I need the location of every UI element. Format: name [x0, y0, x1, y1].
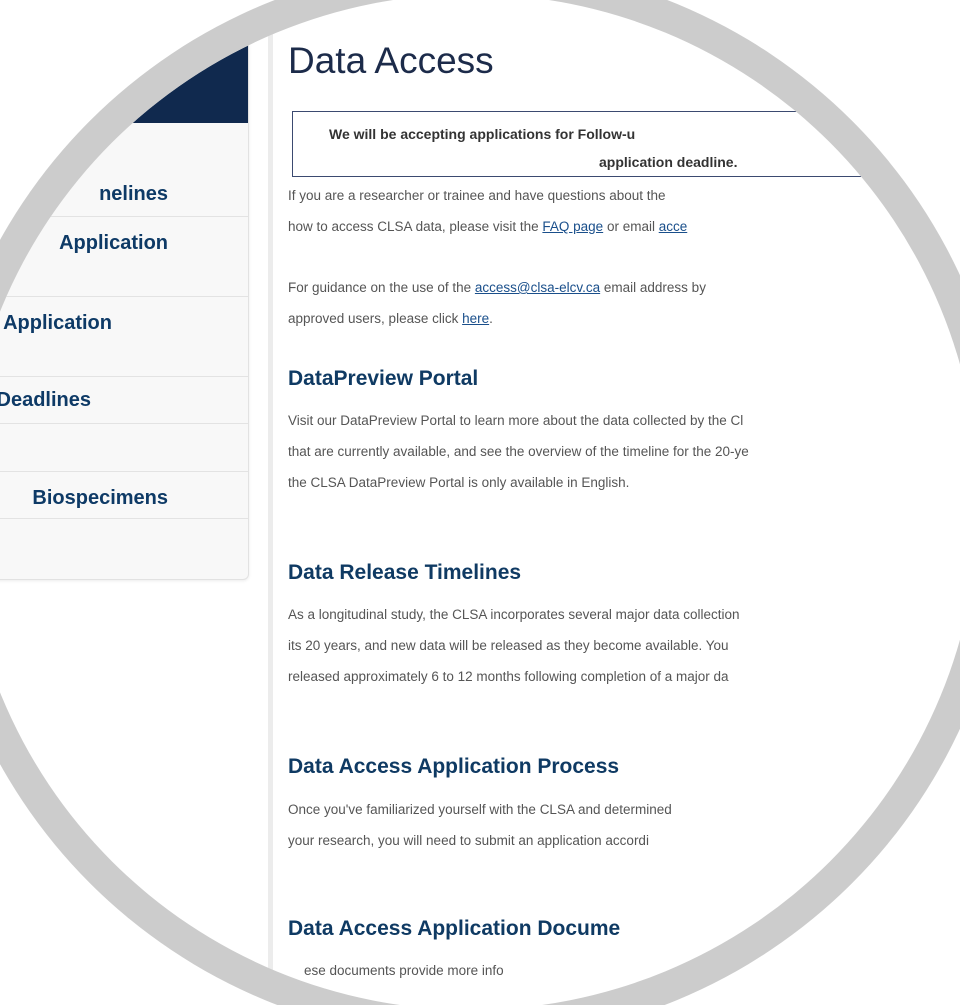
sidebar-item-label: ess Application — [0, 312, 112, 334]
sidebar-item-data-access-application[interactable]: Application — [0, 217, 248, 297]
guidance-text: email address by — [600, 280, 706, 295]
section-text: Once you've familiarized yourself with t… — [288, 802, 672, 817]
screenshot-stage: nelines Application ess Application nts … — [0, 0, 960, 1005]
guidance-text: approved users, please click — [288, 311, 463, 326]
here-link[interactable]: here — [462, 311, 489, 326]
intro-text: how to access CLSA data, please visit th… — [288, 219, 543, 234]
notice-line-1: We will be accepting applications for Fo… — [329, 126, 636, 142]
notice-box: We will be accepting applications for Fo… — [292, 111, 960, 177]
sidebar-item-label: on Deadlines — [0, 389, 91, 411]
sidebar-item-blank[interactable] — [0, 424, 248, 472]
intro-line-2: how to access CLSA data, please visit th… — [288, 214, 687, 240]
guidance-text: . — [489, 311, 493, 326]
intro-text: or email — [603, 219, 659, 234]
section-text: your research, you will need to submit a… — [288, 833, 649, 848]
sidebar-item-label: Application — [59, 232, 168, 254]
sidebar-item-biospecimens[interactable]: Biospecimens — [0, 472, 248, 519]
sidebar-item-data-release-timelines[interactable]: nelines — [0, 170, 248, 217]
section-text: As a longitudinal study, the CLSA incorp… — [288, 607, 740, 622]
section-text: Visit our DataPreview Portal to learn mo… — [288, 413, 744, 428]
section-text: its 20 years, and new data will be relea… — [288, 638, 729, 653]
section-title-datapreview: DataPreview Portal — [288, 367, 479, 390]
faq-page-link[interactable]: FAQ page — [542, 219, 603, 234]
sidebar-item-application-documents[interactable]: ess Application nts — [0, 297, 248, 377]
guidance-text: For guidance on the use of the — [288, 280, 475, 295]
notice-line-2: application deadline. — [599, 154, 738, 170]
sidebar-item-label: nelines — [99, 183, 168, 205]
email-link[interactable]: acce — [659, 219, 688, 234]
sidebar-header — [0, 1, 248, 123]
sidebar-item-label: Biospecimens — [32, 487, 168, 509]
section-text: the CLSA DataPreview Portal is only avai… — [288, 475, 630, 490]
section-title-application-process: Data Access Application Process — [288, 755, 620, 778]
access-email-link[interactable]: access@clsa-elcv.ca — [475, 280, 600, 295]
section-text: ese documents provide more info — [304, 963, 504, 978]
section-title-release-timelines: Data Release Timelines — [288, 561, 522, 584]
guidance-line-2: approved users, please click here. — [288, 306, 493, 332]
intro-line-1: If you are a researcher or trainee and h… — [288, 188, 666, 203]
section-text: released approximately 6 to 12 months fo… — [288, 669, 729, 684]
section-title-application-documents: Data Access Application Docume — [288, 917, 621, 940]
section-text: that are currently available, and see th… — [288, 444, 749, 459]
guidance-line-1: For guidance on the use of the access@cl… — [288, 275, 706, 301]
sidebar-nav: nelines Application ess Application nts … — [0, 0, 249, 580]
content-divider — [268, 0, 273, 1005]
page-title: Data Access — [288, 40, 494, 81]
sidebar-item-application-deadlines[interactable]: on Deadlines — [0, 377, 248, 424]
